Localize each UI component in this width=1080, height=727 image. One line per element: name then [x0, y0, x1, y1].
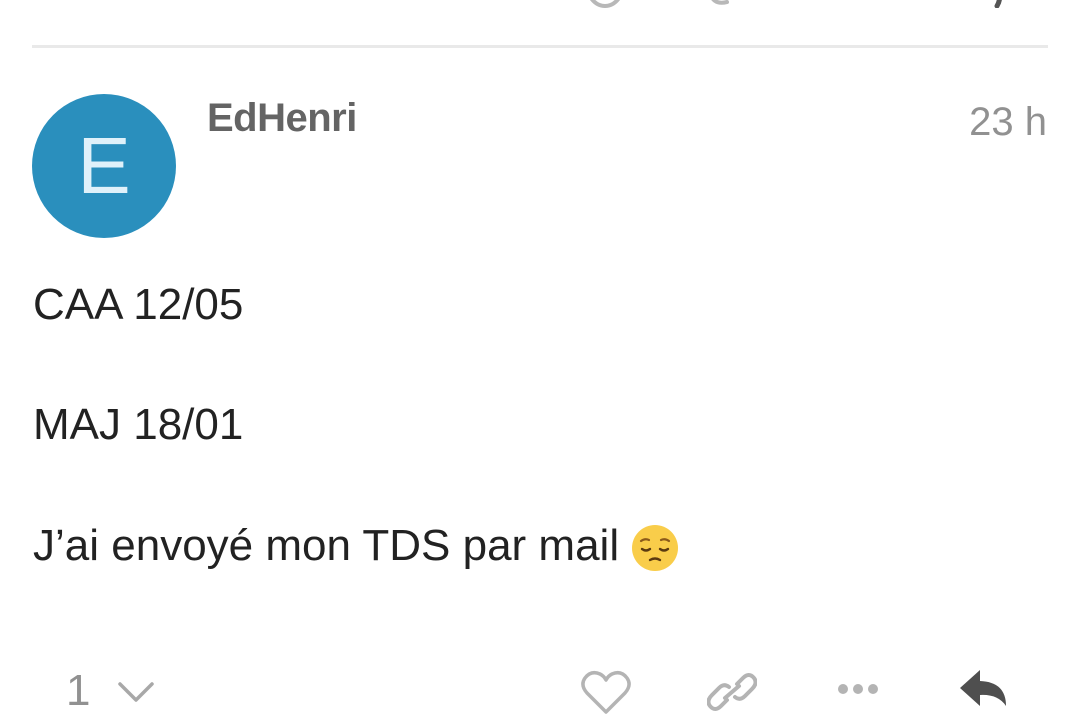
post-text-line-1: CAA 12/05 — [33, 280, 244, 329]
post-actions-bar: 1 — [0, 660, 1080, 727]
reply-icon[interactable] — [985, 0, 1015, 8]
post-text-line-3: J’ai envoyé mon TDS par mail — [33, 520, 679, 572]
avatar[interactable]: E — [32, 94, 176, 238]
link-icon[interactable] — [705, 0, 745, 8]
pensive-face-emoji — [632, 525, 679, 571]
link-icon[interactable] — [707, 670, 757, 714]
post-divider — [32, 45, 1048, 48]
post-text-line-2: MAJ 18/01 — [33, 400, 244, 449]
post-text-line-3-text: J’ai envoyé mon TDS par mail — [33, 521, 620, 570]
more-icon[interactable] — [836, 682, 880, 696]
reply-icon[interactable] — [958, 666, 1012, 716]
post-timestamp[interactable]: 23 h — [969, 100, 1047, 145]
like-count[interactable]: 1 — [66, 666, 90, 716]
chevron-down-icon[interactable] — [116, 680, 156, 704]
heart-icon[interactable] — [580, 0, 630, 8]
post-screen: E EdHenri 23 h CAA 12/05 MAJ 18/01 J’ai … — [0, 0, 1080, 727]
username[interactable]: EdHenri — [207, 96, 357, 141]
heart-icon[interactable] — [580, 668, 632, 716]
avatar-initial: E — [77, 121, 131, 210]
previous-post-actions — [0, 0, 1080, 8]
